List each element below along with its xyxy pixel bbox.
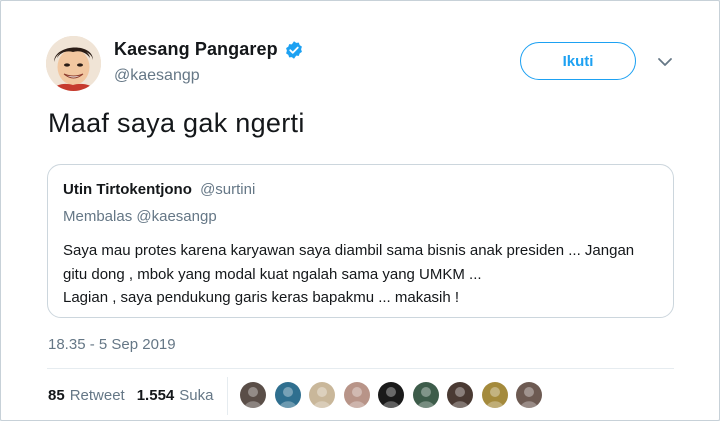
quoted-author-row: Utin Tirtokentjono @surtini	[63, 181, 255, 198]
stats-separator	[227, 377, 228, 415]
author-name-row: Kaesang Pangarep	[114, 39, 304, 60]
reply-mention-link[interactable]: @kaesangp	[136, 208, 216, 225]
follow-button[interactable]: Ikuti	[520, 42, 636, 80]
quoted-reply-context: Membalas @kaesangp	[63, 208, 217, 225]
liker-avatar-3-icon[interactable]	[308, 381, 336, 409]
tweet-card: Kaesang Pangarep @kaesangp Ikuti Maaf sa…	[0, 0, 720, 421]
liker-avatar-6-icon[interactable]	[411, 381, 440, 409]
divider	[47, 368, 674, 369]
quoted-line-3: Lagian , saya pendukung garis keras bapa…	[63, 289, 460, 306]
tweet-text: Maaf saya gak ngerti	[48, 108, 305, 138]
quoted-handle: @surtini	[200, 181, 256, 198]
liker-avatar-9-icon[interactable]	[515, 381, 543, 409]
liker-avatar-7-icon[interactable]	[446, 381, 474, 409]
likers-avatar-list	[239, 381, 550, 409]
like-label[interactable]: Suka	[179, 387, 213, 404]
author-handle[interactable]: @kaesangp	[114, 67, 200, 85]
chevron-down-icon[interactable]	[657, 55, 673, 69]
reply-prefix: Membalas	[63, 208, 133, 225]
quoted-line-2: gitu dong , mbok yang modal kuat ngalah …	[63, 265, 482, 283]
retweet-label[interactable]: Retweet	[70, 387, 125, 404]
verified-badge-icon	[284, 40, 304, 60]
liker-avatar-2-icon[interactable]	[273, 381, 302, 409]
author-display-name[interactable]: Kaesang Pangarep	[114, 39, 278, 60]
quoted-body: Saya mau protes karena karyawan saya dia…	[63, 239, 663, 310]
tweet-timestamp[interactable]: 18.35 - 5 Sep 2019	[48, 336, 176, 353]
quoted-display-name: Utin Tirtokentjono	[63, 181, 192, 198]
liker-avatar-1-icon[interactable]	[239, 381, 267, 409]
caricature-avatar-icon	[46, 36, 101, 91]
like-count[interactable]: 1.554	[137, 387, 175, 404]
retweet-count[interactable]: 85	[48, 387, 65, 404]
tweet-stats: 85 Retweet 1.554 Suka	[48, 387, 213, 404]
quoted-tweet[interactable]: Utin Tirtokentjono @surtini Membalas @ka…	[47, 164, 674, 318]
liker-avatar-8-icon[interactable]	[480, 381, 509, 409]
liker-avatar-5-icon[interactable]	[377, 381, 405, 409]
quoted-line-1: Saya mau protes karena karyawan saya dia…	[63, 242, 635, 259]
liker-avatar-4-icon[interactable]	[342, 381, 371, 409]
author-avatar[interactable]	[46, 36, 101, 91]
